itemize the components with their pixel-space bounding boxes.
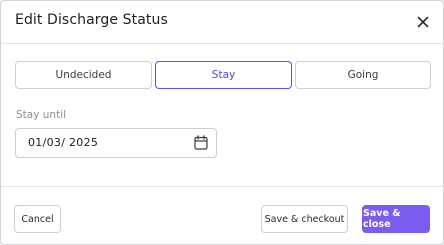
stay-until-date-input[interactable]: 01/03/ 2025 xyxy=(15,128,217,158)
calendar-button[interactable] xyxy=(194,135,208,150)
cancel-button[interactable]: Cancel xyxy=(14,205,61,233)
calendar-icon xyxy=(194,135,208,150)
status-option-stay[interactable]: Stay xyxy=(155,61,292,89)
save-close-button[interactable]: Save & close xyxy=(362,205,430,233)
close-button[interactable] xyxy=(414,13,432,31)
stay-until-label: Stay until xyxy=(16,109,67,121)
dialog-header: Edit Discharge Status xyxy=(1,1,443,44)
dialog-title: Edit Discharge Status xyxy=(15,12,168,28)
status-option-going[interactable]: Going xyxy=(295,61,431,89)
status-option-label: Stay xyxy=(211,69,236,81)
status-option-label: Undecided xyxy=(55,69,112,81)
status-option-label: Going xyxy=(347,69,379,81)
status-option-undecided[interactable]: Undecided xyxy=(15,61,152,89)
close-icon xyxy=(417,16,429,28)
save-checkout-button[interactable]: Save & checkout xyxy=(261,205,348,233)
stay-until-value: 01/03/ 2025 xyxy=(28,136,99,149)
